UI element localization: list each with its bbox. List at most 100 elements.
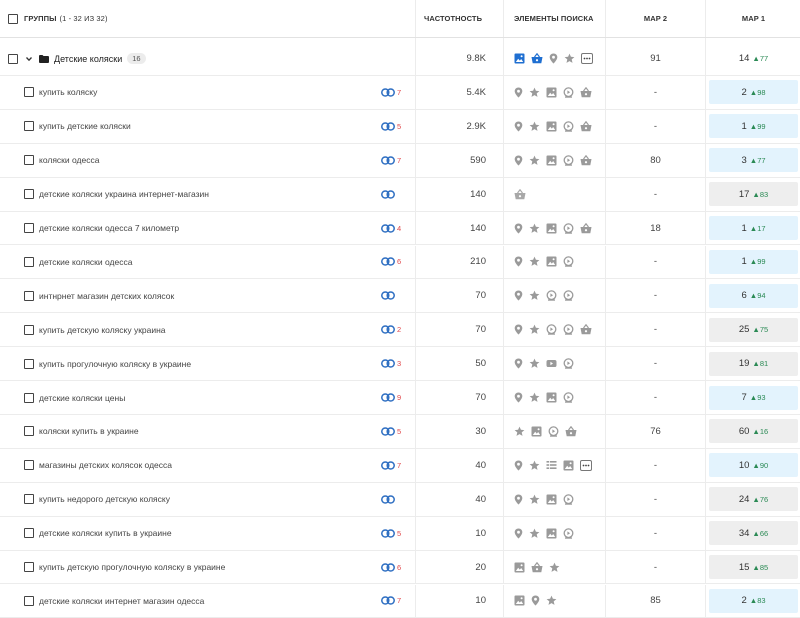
feature-icons	[514, 527, 574, 539]
links-indicator[interactable]: 5	[381, 110, 401, 143]
row-checkbox[interactable]	[24, 494, 34, 505]
header-map1[interactable]: MAP 1	[705, 0, 800, 37]
group-row[interactable]: Детские коляски 16 9.8K 91 14 ▲77	[0, 42, 800, 76]
map2-cell: -	[605, 516, 705, 550]
table-row[interactable]: детские коляски интернет магазин одесса 7…	[0, 584, 800, 618]
links-indicator[interactable]: 7	[381, 76, 401, 109]
table-row[interactable]: коляски одесса 7 590 80 3 ▲77	[0, 143, 800, 178]
row-checkbox[interactable]	[24, 223, 34, 234]
row-checkbox[interactable]	[24, 324, 34, 335]
links-indicator[interactable]: 9	[381, 381, 401, 414]
table-row[interactable]: купить детские коляски 5 2.9K - 1 ▲99	[0, 109, 800, 144]
location-icon	[514, 358, 523, 369]
table-row[interactable]: магазины детских колясок одесса 7 40 - 10 ▲90	[0, 448, 800, 483]
table-row[interactable]: детские коляски цены 9 70 - 7 ▲93	[0, 381, 800, 415]
map1-delta: ▲94	[749, 291, 766, 301]
keyword-text: купить прогулочную коляску в украине	[39, 358, 192, 369]
table-row[interactable]: детские коляски одесса 7 километр 4 140 18 1…	[0, 211, 800, 246]
link-icon[interactable]	[381, 122, 395, 131]
links-indicator[interactable]: 2	[381, 313, 401, 346]
row-checkbox[interactable]	[24, 392, 34, 403]
table-row[interactable]: купить детскую коляску украина 2 70 - 25 ▲75	[0, 313, 800, 348]
row-checkbox[interactable]	[24, 189, 34, 200]
links-indicator[interactable]: 7	[381, 585, 401, 618]
header-map2[interactable]: MAP 2	[605, 0, 705, 37]
search-elements-cell	[503, 109, 605, 143]
table-row[interactable]: купить коляску 7 5.4K - 2 ▲98	[0, 76, 800, 110]
row-checkbox[interactable]	[24, 358, 34, 369]
row-checkbox[interactable]	[24, 87, 34, 98]
link-icon[interactable]	[381, 359, 395, 368]
links-indicator[interactable]: 5	[381, 415, 401, 448]
map1-cell: 17 ▲83	[705, 177, 800, 211]
link-icon[interactable]	[381, 291, 395, 301]
keyword-groups-table: ГРУППЫ (1 - 32 ИЗ 32) ЧАСТОТНОСТЬ ЭЛЕМЕН…	[0, 0, 800, 618]
link-icon[interactable]	[381, 494, 395, 504]
row-checkbox[interactable]	[24, 256, 34, 267]
header-frequency[interactable]: ЧАСТОТНОСТЬ	[415, 0, 503, 37]
frequency-value: 30	[475, 425, 486, 437]
link-icon[interactable]	[381, 562, 395, 572]
map2-cell: -	[605, 245, 705, 279]
table-row[interactable]: купить прогулочную коляску в украине 3 50 -…	[0, 347, 800, 382]
row-checkbox[interactable]	[24, 562, 34, 573]
table-row[interactable]: детские коляски одесса 6 210 - 1 ▲99	[0, 245, 800, 280]
link-icon[interactable]	[381, 596, 395, 606]
frequency-value: 140	[470, 188, 486, 200]
row-checkbox[interactable]	[24, 426, 34, 437]
more-icon[interactable]	[580, 459, 592, 471]
group-checkbox[interactable]	[8, 53, 18, 64]
more-icon[interactable]	[581, 53, 593, 64]
link-icon[interactable]	[381, 461, 395, 470]
row-checkbox[interactable]	[24, 155, 34, 166]
location-icon	[514, 324, 523, 335]
select-all-checkbox[interactable]	[8, 13, 18, 24]
link-count: 7	[397, 596, 402, 606]
table-row[interactable]: детские коляски купить в украине 5 10 - 34 ▲6…	[0, 516, 800, 551]
keyword-cell: купить детские коляски 5	[0, 110, 415, 143]
links-indicator[interactable]: 4	[381, 212, 401, 245]
row-checkbox[interactable]	[24, 528, 34, 539]
map1-box: 19 ▲81	[709, 351, 798, 376]
link-icon[interactable]	[381, 393, 395, 402]
map1-delta: ▲16	[752, 426, 769, 436]
links-indicator[interactable]: 6	[381, 246, 401, 279]
header-search-elements[interactable]: ЭЛЕМЕНТЫ ПОИСКА	[503, 0, 605, 37]
table-row[interactable]: купить детскую прогулочную коляску в укр…	[0, 550, 800, 585]
link-icon[interactable]	[381, 223, 395, 233]
links-indicator[interactable]: 6	[381, 551, 401, 584]
row-checkbox[interactable]	[24, 290, 34, 301]
row-checkbox[interactable]	[24, 460, 34, 471]
table-row[interactable]: коляски купить в украине 5 30 76 60 ▲16	[0, 415, 800, 449]
map1-delta: ▲85	[752, 562, 769, 572]
map2-cell: -	[605, 177, 705, 211]
links-indicator[interactable]	[381, 483, 397, 516]
link-icon[interactable]	[381, 155, 395, 165]
map1-box: 24 ▲76	[709, 487, 798, 512]
table-row[interactable]: купить недорого детскую коляску 40 - 24 ▲76	[0, 482, 800, 517]
row-checkbox[interactable]	[24, 121, 34, 132]
table-row[interactable]: детские коляски украина интернет-магазин…	[0, 177, 800, 212]
link-icon[interactable]	[381, 257, 395, 267]
keyword-text: детские коляски купить в украине	[39, 528, 172, 539]
links-indicator[interactable]: 7	[381, 449, 401, 482]
feature-icons	[514, 392, 574, 403]
links-indicator[interactable]: 3	[381, 347, 401, 380]
links-indicator[interactable]: 5	[381, 517, 401, 550]
link-icon[interactable]	[381, 88, 395, 97]
links-indicator[interactable]: 7	[381, 144, 401, 177]
table-row[interactable]: интнрнет магазин детских колясок 70 - 6 ▲94	[0, 279, 800, 314]
row-checkbox[interactable]	[24, 595, 34, 606]
location-icon	[514, 155, 523, 166]
link-icon[interactable]	[381, 189, 395, 199]
location-icon	[531, 595, 540, 606]
links-indicator[interactable]	[381, 279, 397, 312]
link-icon[interactable]	[381, 325, 395, 334]
links-indicator[interactable]	[381, 178, 397, 211]
map1-box: 1 ▲17	[709, 216, 798, 241]
search-elements-cell	[503, 245, 605, 279]
chevron-down-icon[interactable]	[25, 55, 33, 63]
link-icon[interactable]	[381, 528, 395, 538]
link-icon[interactable]	[381, 427, 395, 436]
shopping-icon	[580, 120, 592, 132]
